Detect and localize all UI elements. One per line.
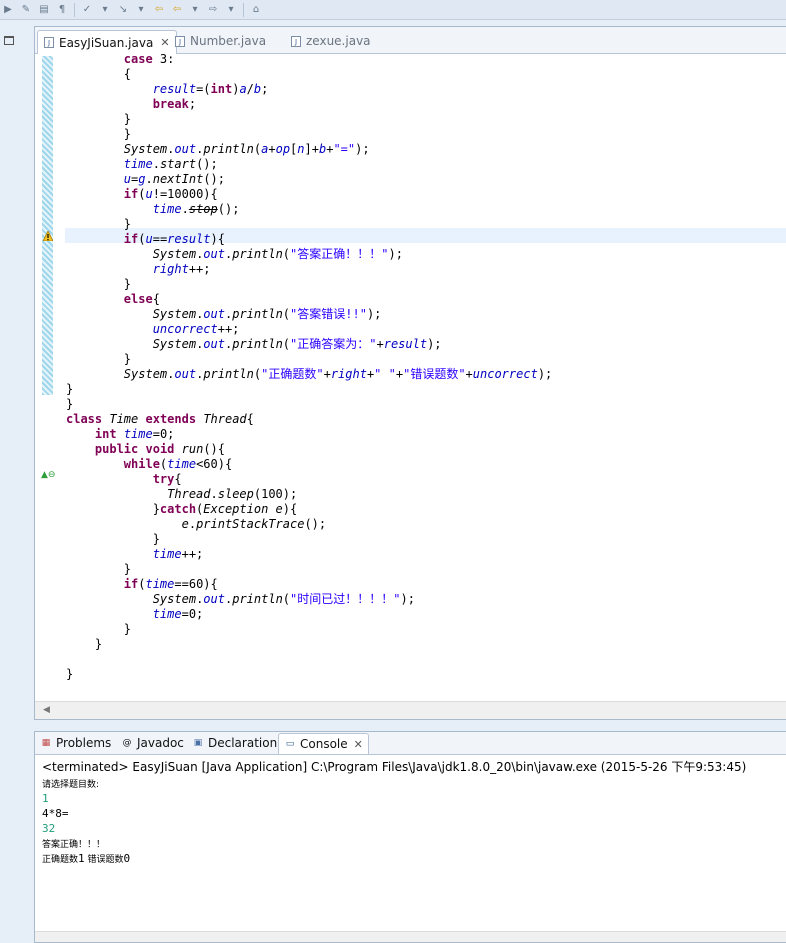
override-marker-icon[interactable]: ▲⊖: [41, 470, 55, 480]
change-ruler: [42, 56, 53, 395]
tab-label: Console: [300, 737, 348, 751]
code-text[interactable]: case 3: { result=(int)a/b; break; } } Sy…: [66, 54, 552, 682]
tab-label: Javadoc: [137, 736, 184, 750]
code-area[interactable]: ▲⊖ case 3: { result=(int)a/b; break; } }…: [35, 54, 786, 724]
console-input-1: 1: [42, 792, 49, 805]
declaration-icon: ▣: [193, 737, 203, 748]
chevron-down-icon[interactable]: ▾: [225, 4, 237, 16]
java-file-icon: J: [175, 35, 185, 47]
console-question: 4*8=: [42, 807, 69, 820]
tab-label: Number.java: [190, 34, 267, 48]
console-panel: ▦ Problems @ Javadoc ▣ Declaration ▭ Con…: [34, 731, 786, 943]
tab-zexue[interactable]: J zexue.java: [285, 30, 377, 52]
console-input-2: 32: [42, 822, 56, 835]
toolbar-separator: [243, 2, 244, 17]
scroll-left-icon[interactable]: ◀: [43, 705, 50, 715]
main-toolbar: ▶ ✎ ▤ ¶ ✓ ▾ ↘ ▾ ⇦ ⇦ ▾ ⇨ ▾ ⌂: [0, 0, 786, 20]
horizontal-scrollbar[interactable]: ◀: [35, 701, 786, 719]
toolbar-separator: [74, 2, 75, 17]
terminated-status: <terminated> EasyJiSuan [Java Applicatio…: [42, 760, 747, 774]
chevron-down-icon[interactable]: ▾: [135, 4, 147, 16]
tab-console[interactable]: ▭ Console ✕: [278, 733, 369, 754]
tab-label: Problems: [56, 736, 112, 750]
tab-label: zexue.java: [306, 34, 371, 48]
tab-easyjisuan[interactable]: J EasyJiSuan.java ✕: [37, 30, 177, 54]
console-icon: ▭: [285, 738, 295, 749]
editor-tab-bar: J EasyJiSuan.java ✕ J Number.java J zexu…: [35, 27, 786, 54]
tab-javadoc[interactable]: @ Javadoc: [121, 733, 184, 753]
tab-declaration[interactable]: ▣ Declaration: [192, 733, 277, 753]
close-icon[interactable]: ✕: [354, 738, 363, 751]
next-annotation-icon[interactable]: ↘: [117, 4, 129, 16]
warning-icon[interactable]: [43, 231, 53, 241]
paragraph-icon[interactable]: ¶: [56, 4, 68, 16]
run-icon[interactable]: ▶: [2, 4, 14, 16]
left-minimized-panel: [0, 20, 34, 943]
tab-label: Declaration: [208, 736, 278, 750]
restore-view-icon[interactable]: [4, 36, 14, 45]
java-file-icon: J: [44, 37, 54, 48]
summary-wrong-count: 0: [123, 852, 131, 865]
console-result: 答案正确！！！: [42, 840, 106, 850]
problems-icon: ▦: [41, 737, 51, 748]
at-icon: @: [122, 737, 132, 748]
pin-icon[interactable]: ⌂: [250, 4, 262, 16]
summary-right-label: 正确题数: [42, 855, 79, 865]
console-prompt: 请选择题目数:: [42, 780, 100, 790]
console-summary: 正确题数1 错误题数0: [42, 852, 130, 867]
chevron-down-icon[interactable]: ▾: [99, 4, 111, 16]
tab-label: EasyJiSuan.java: [59, 35, 154, 50]
back-arrow-icon[interactable]: ⇦: [171, 4, 183, 16]
chevron-down-icon[interactable]: ▾: [189, 4, 201, 16]
annotation-icon[interactable]: ✓: [81, 4, 93, 16]
tab-number[interactable]: J Number.java: [169, 30, 272, 52]
back-arrow-icon[interactable]: ⇦: [153, 4, 165, 16]
java-file-icon: J: [291, 35, 301, 47]
copy-icon[interactable]: ▤: [38, 4, 50, 16]
edit-icon[interactable]: ✎: [20, 4, 32, 16]
forward-arrow-icon[interactable]: ⇨: [207, 4, 219, 16]
summary-right-count: 1: [78, 852, 85, 865]
code-editor: J EasyJiSuan.java ✕ J Number.java J zexu…: [34, 26, 786, 720]
console-horizontal-scrollbar[interactable]: [35, 931, 786, 942]
summary-wrong-label: 错误题数: [84, 855, 124, 865]
console-tab-bar: ▦ Problems @ Javadoc ▣ Declaration ▭ Con…: [35, 732, 786, 755]
tab-problems[interactable]: ▦ Problems: [40, 733, 112, 753]
